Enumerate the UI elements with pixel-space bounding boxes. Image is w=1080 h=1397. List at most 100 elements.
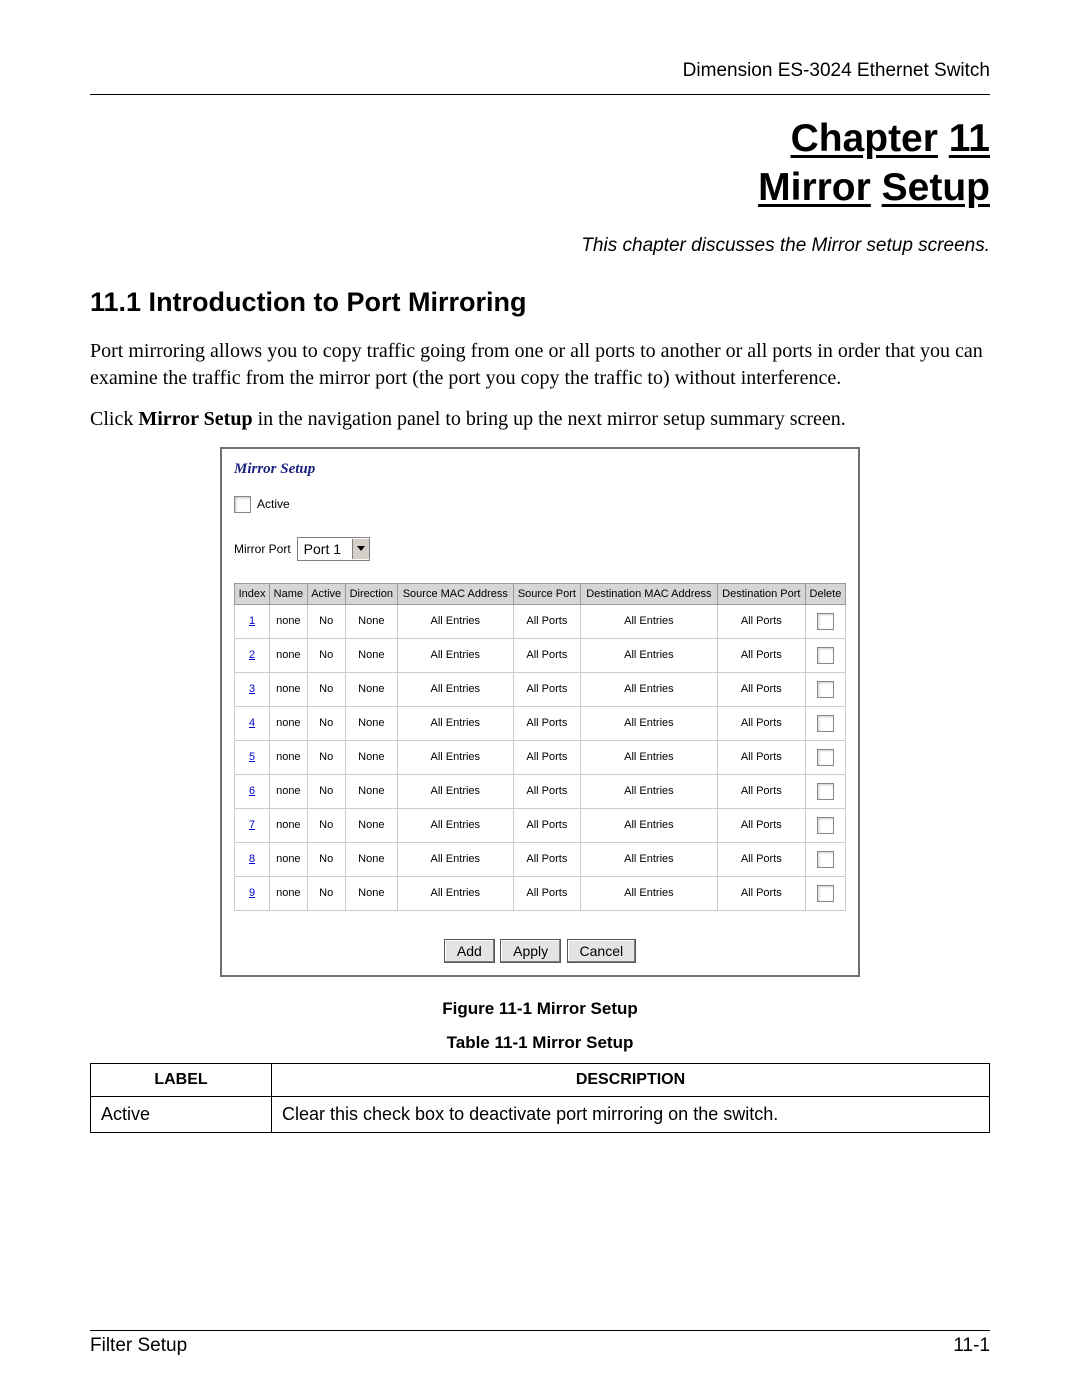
table-row: 6noneNoNoneAll EntriesAll PortsAll Entri…	[235, 774, 846, 808]
cell-dstmac: All Entries	[581, 672, 718, 706]
cell-dstport: All Ports	[717, 604, 805, 638]
cell-dstmac: All Entries	[581, 638, 718, 672]
cell-active: No	[307, 740, 345, 774]
cancel-button[interactable]: Cancel	[567, 939, 637, 963]
description-table: LABEL DESCRIPTION Active Clear this chec…	[90, 1063, 990, 1133]
desc-text: Clear this check box to deactivate port …	[272, 1096, 990, 1132]
paragraph-1: Port mirroring allows you to copy traffi…	[90, 338, 990, 392]
col-index: Index	[235, 583, 270, 604]
cell-srcmac: All Entries	[397, 842, 513, 876]
desc-row: Active Clear this check box to deactivat…	[91, 1096, 990, 1132]
index-link[interactable]: 1	[249, 615, 255, 627]
cell-name: none	[270, 842, 308, 876]
apply-button[interactable]: Apply	[500, 939, 561, 963]
cell-active: No	[307, 842, 345, 876]
delete-checkbox[interactable]	[817, 715, 834, 732]
index-link[interactable]: 3	[249, 683, 255, 695]
index-link[interactable]: 8	[249, 853, 255, 865]
col-direction: Direction	[345, 583, 397, 604]
cell-name: none	[270, 638, 308, 672]
cell-dstport: All Ports	[717, 672, 805, 706]
cell-dstmac: All Entries	[581, 876, 718, 910]
cell-dstport: All Ports	[717, 638, 805, 672]
cell-dstport: All Ports	[717, 876, 805, 910]
cell-direction: None	[345, 774, 397, 808]
chapter-word: Chapter	[791, 117, 938, 160]
cell-name: none	[270, 672, 308, 706]
delete-checkbox[interactable]	[817, 783, 834, 800]
index-link[interactable]: 7	[249, 819, 255, 831]
p2-pre: Click	[90, 408, 138, 430]
cell-srcport: All Ports	[513, 638, 580, 672]
cell-direction: None	[345, 604, 397, 638]
cell-direction: None	[345, 706, 397, 740]
paragraph-2: Click Mirror Setup in the navigation pan…	[90, 406, 990, 433]
cell-name: none	[270, 774, 308, 808]
cell-srcport: All Ports	[513, 876, 580, 910]
index-link[interactable]: 2	[249, 649, 255, 661]
cell-name: none	[270, 604, 308, 638]
cell-active: No	[307, 706, 345, 740]
cell-direction: None	[345, 638, 397, 672]
cell-name: none	[270, 706, 308, 740]
table-row: 4noneNoNoneAll EntriesAll PortsAll Entri…	[235, 706, 846, 740]
delete-checkbox[interactable]	[817, 749, 834, 766]
table-caption: Table 11-1 Mirror Setup	[90, 1033, 990, 1053]
cell-dstport: All Ports	[717, 740, 805, 774]
footer-right: 11-1	[953, 1335, 990, 1357]
delete-checkbox[interactable]	[817, 851, 834, 868]
cell-direction: None	[345, 672, 397, 706]
cell-name: none	[270, 740, 308, 774]
table-row: 3noneNoNoneAll EntriesAll PortsAll Entri…	[235, 672, 846, 706]
delete-checkbox[interactable]	[817, 613, 834, 630]
add-button[interactable]: Add	[444, 939, 495, 963]
mirror-port-select[interactable]: Port 1	[297, 537, 370, 561]
chapter-name-a: Mirror	[758, 166, 871, 209]
cell-dstmac: All Entries	[581, 706, 718, 740]
cell-srcport: All Ports	[513, 740, 580, 774]
delete-checkbox[interactable]	[817, 681, 834, 698]
cell-dstmac: All Entries	[581, 740, 718, 774]
cell-srcmac: All Entries	[397, 672, 513, 706]
col-name: Name	[270, 583, 308, 604]
table-row: 2noneNoNoneAll EntriesAll PortsAll Entri…	[235, 638, 846, 672]
figure-caption: Figure 11-1 Mirror Setup	[220, 999, 860, 1019]
chevron-down-icon	[352, 539, 369, 559]
desc-col-description: DESCRIPTION	[272, 1063, 990, 1096]
header-product: Dimension ES-3024 Ethernet Switch	[90, 60, 990, 82]
index-link[interactable]: 6	[249, 785, 255, 797]
cell-dstmac: All Entries	[581, 842, 718, 876]
active-checkbox[interactable]	[234, 496, 251, 513]
cell-active: No	[307, 774, 345, 808]
chapter-title: Chapter 11 Mirror Setup	[90, 115, 990, 213]
cell-dstport: All Ports	[717, 706, 805, 740]
cell-dstport: All Ports	[717, 842, 805, 876]
section-heading: 11.1 Introduction to Port Mirroring	[90, 287, 990, 318]
cell-srcmac: All Entries	[397, 808, 513, 842]
cell-direction: None	[345, 740, 397, 774]
chapter-subtitle: This chapter discusses the Mirror setup …	[90, 235, 990, 257]
footer-left: Filter Setup	[90, 1335, 187, 1357]
cell-name: none	[270, 808, 308, 842]
mirror-table: Index Name Active Direction Source MAC A…	[234, 583, 846, 911]
delete-checkbox[interactable]	[817, 647, 834, 664]
index-link[interactable]: 9	[249, 887, 255, 899]
cell-srcmac: All Entries	[397, 774, 513, 808]
index-link[interactable]: 5	[249, 751, 255, 763]
screenshot-title: Mirror Setup	[234, 461, 846, 478]
cell-srcmac: All Entries	[397, 740, 513, 774]
table-row: 8noneNoNoneAll EntriesAll PortsAll Entri…	[235, 842, 846, 876]
delete-checkbox[interactable]	[817, 817, 834, 834]
cell-dstmac: All Entries	[581, 774, 718, 808]
delete-checkbox[interactable]	[817, 885, 834, 902]
col-delete: Delete	[805, 583, 845, 604]
mirror-port-value: Port 1	[298, 541, 352, 557]
cell-active: No	[307, 672, 345, 706]
active-label: Active	[257, 497, 290, 511]
chapter-number: 11	[949, 117, 990, 160]
cell-srcmac: All Entries	[397, 604, 513, 638]
cell-direction: None	[345, 808, 397, 842]
index-link[interactable]: 4	[249, 717, 255, 729]
desc-label: Active	[91, 1096, 272, 1132]
cell-dstmac: All Entries	[581, 808, 718, 842]
